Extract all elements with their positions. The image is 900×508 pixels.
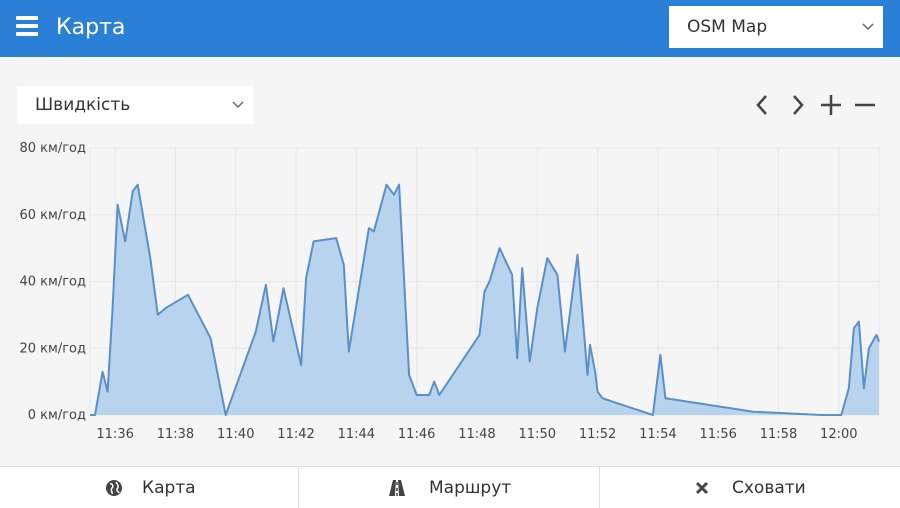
plus-icon[interactable] — [818, 91, 844, 119]
y-axis: 80 км/год 60 км/год 40 км/год 20 км/год 0 км… — [20, 141, 87, 423]
x-tick-label: 11:56 — [699, 427, 736, 442]
hide-button[interactable]: Сховати — [600, 467, 900, 508]
x-tick-label: 11:42 — [277, 427, 314, 442]
y-tick-label: 60 км/год — [20, 208, 87, 223]
minus-icon[interactable] — [852, 91, 878, 119]
road-icon — [389, 479, 405, 496]
metric-select-value: Швидкість — [35, 95, 131, 115]
map-tab-button[interactable]: Карта — [0, 467, 299, 508]
x-tick-label: 11:36 — [96, 427, 133, 442]
x-tick-label: 11:38 — [157, 427, 194, 442]
close-icon — [695, 481, 709, 494]
x-tick-label: 11:40 — [217, 427, 254, 442]
map-tab-label: Карта — [142, 477, 196, 498]
x-tick-label: 11:44 — [338, 427, 375, 442]
x-tick-label: 11:54 — [639, 427, 676, 442]
hide-label: Сховати — [732, 477, 806, 498]
globe-icon — [106, 479, 122, 496]
y-tick-label: 20 км/год — [20, 341, 87, 356]
x-tick-label: 11:48 — [458, 427, 495, 442]
menu-icon[interactable] — [16, 14, 38, 38]
x-tick-label: 11:46 — [398, 427, 435, 442]
route-tab-label: Маршрут — [429, 477, 512, 498]
x-axis: 11:36 11:38 11:40 11:42 11:44 11:46 11:48 11:50… — [96, 427, 857, 442]
y-tick-label: 0 км/год — [28, 408, 86, 423]
x-tick-label: 12:00 — [820, 427, 857, 442]
speed-chart: 80 км/год 60 км/год 40 км/год 20 км/год 0 км… — [20, 141, 880, 442]
chart-navigation — [750, 91, 880, 119]
chevron-right-icon[interactable] — [784, 91, 810, 119]
route-tab-button[interactable]: Маршрут — [299, 467, 600, 508]
x-tick-label: 11:50 — [519, 427, 556, 442]
y-tick-label: 40 км/год — [20, 275, 87, 290]
x-tick-label: 11:52 — [579, 427, 616, 442]
bottom-nav: Карта Маршрут Сховати — [0, 466, 900, 508]
top-app-bar: Карта OSM Map — [0, 0, 900, 57]
map-layer-select-value: OSM Map — [687, 17, 768, 37]
page-title: Карта — [56, 15, 126, 40]
chevron-down-icon — [232, 101, 244, 109]
chevron-down-icon — [862, 23, 874, 31]
x-tick-label: 11:58 — [760, 427, 797, 442]
metric-select[interactable]: Швидкість — [17, 86, 253, 124]
chevron-left-icon[interactable] — [750, 91, 776, 119]
y-tick-label: 80 км/год — [20, 141, 87, 156]
map-layer-select[interactable]: OSM Map — [669, 6, 883, 48]
